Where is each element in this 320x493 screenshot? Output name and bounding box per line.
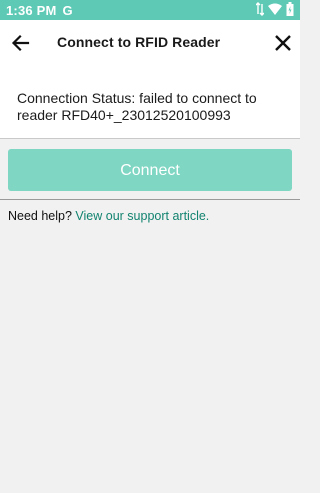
close-icon[interactable] bbox=[272, 32, 294, 54]
google-g-icon: G bbox=[62, 2, 73, 18]
app-bar: Connect to RFID Reader bbox=[0, 20, 300, 66]
wifi-icon bbox=[268, 3, 282, 15]
divider bbox=[0, 138, 300, 139]
connection-status-text: Connection Status: failed to connect to … bbox=[17, 90, 257, 123]
status-icons bbox=[256, 2, 294, 16]
data-arrows-icon bbox=[256, 2, 264, 16]
divider bbox=[0, 199, 300, 200]
arrow-left-icon[interactable] bbox=[10, 32, 32, 54]
status-bar: 1:36 PM G bbox=[0, 0, 300, 20]
help-line: Need help? View our support article. bbox=[8, 209, 209, 223]
help-prefix: Need help? bbox=[8, 209, 76, 223]
support-article-link[interactable]: View our support article. bbox=[75, 209, 209, 223]
battery-icon bbox=[286, 2, 294, 16]
status-time: 1:36 PM bbox=[6, 2, 57, 18]
connect-button[interactable]: Connect bbox=[8, 149, 292, 191]
page-title: Connect to RFID Reader bbox=[57, 34, 221, 50]
connection-status-panel: Connection Status: failed to connect to … bbox=[0, 66, 300, 138]
